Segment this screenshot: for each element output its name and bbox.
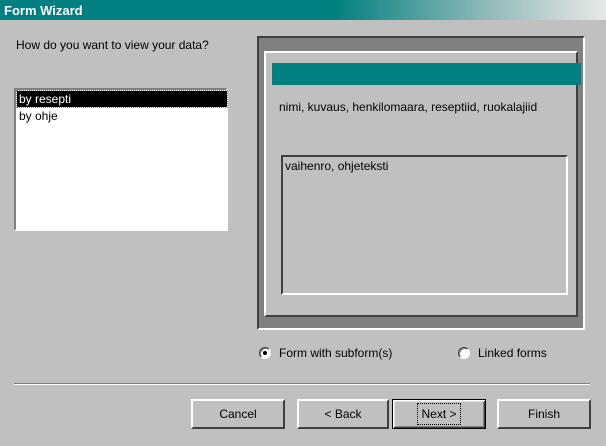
linked-forms-radio[interactable]	[458, 347, 470, 359]
subform-preview: vaihenro, ohjeteksti	[281, 155, 568, 295]
form-with-subform-option[interactable]: Form with subform(s)	[259, 346, 392, 360]
form-preview-panel: nimi, kuvaus, henkilomaara, reseptiid, r…	[257, 36, 585, 330]
linked-forms-label: Linked forms	[478, 346, 547, 360]
finish-button-label: Finish	[527, 407, 560, 421]
list-item-by-ohje[interactable]: by ohje	[17, 108, 227, 124]
main-form-fields: nimi, kuvaus, henkilomaara, reseptiid, r…	[279, 100, 538, 114]
back-button-label: < Back	[324, 407, 362, 421]
next-button[interactable]: Next >	[392, 399, 486, 429]
radio-selected-dot	[263, 351, 267, 355]
form-with-subform-label: Form with subform(s)	[279, 346, 393, 360]
cancel-button[interactable]: Cancel	[191, 399, 285, 429]
cancel-button-label: Cancel	[219, 407, 257, 421]
subform-fields: vaihenro, ohjeteksti	[285, 159, 389, 173]
view-question-label: How do you want to view your data?	[16, 38, 209, 52]
button-divider	[14, 383, 590, 385]
form-with-subform-radio[interactable]	[259, 347, 271, 359]
back-button[interactable]: < Back	[297, 399, 389, 429]
window-title: Form Wizard	[4, 3, 83, 18]
title-bar[interactable]: Form Wizard	[0, 0, 606, 20]
view-by-listbox[interactable]: by resepti by ohje	[14, 88, 228, 231]
main-form-preview: nimi, kuvaus, henkilomaara, reseptiid, r…	[264, 51, 581, 317]
finish-button[interactable]: Finish	[497, 399, 591, 429]
next-button-label: Next >	[417, 403, 461, 425]
form-header-bar	[272, 63, 581, 85]
list-item-by-resepti[interactable]: by resepti	[16, 90, 228, 108]
linked-forms-option[interactable]: Linked forms	[458, 346, 547, 360]
